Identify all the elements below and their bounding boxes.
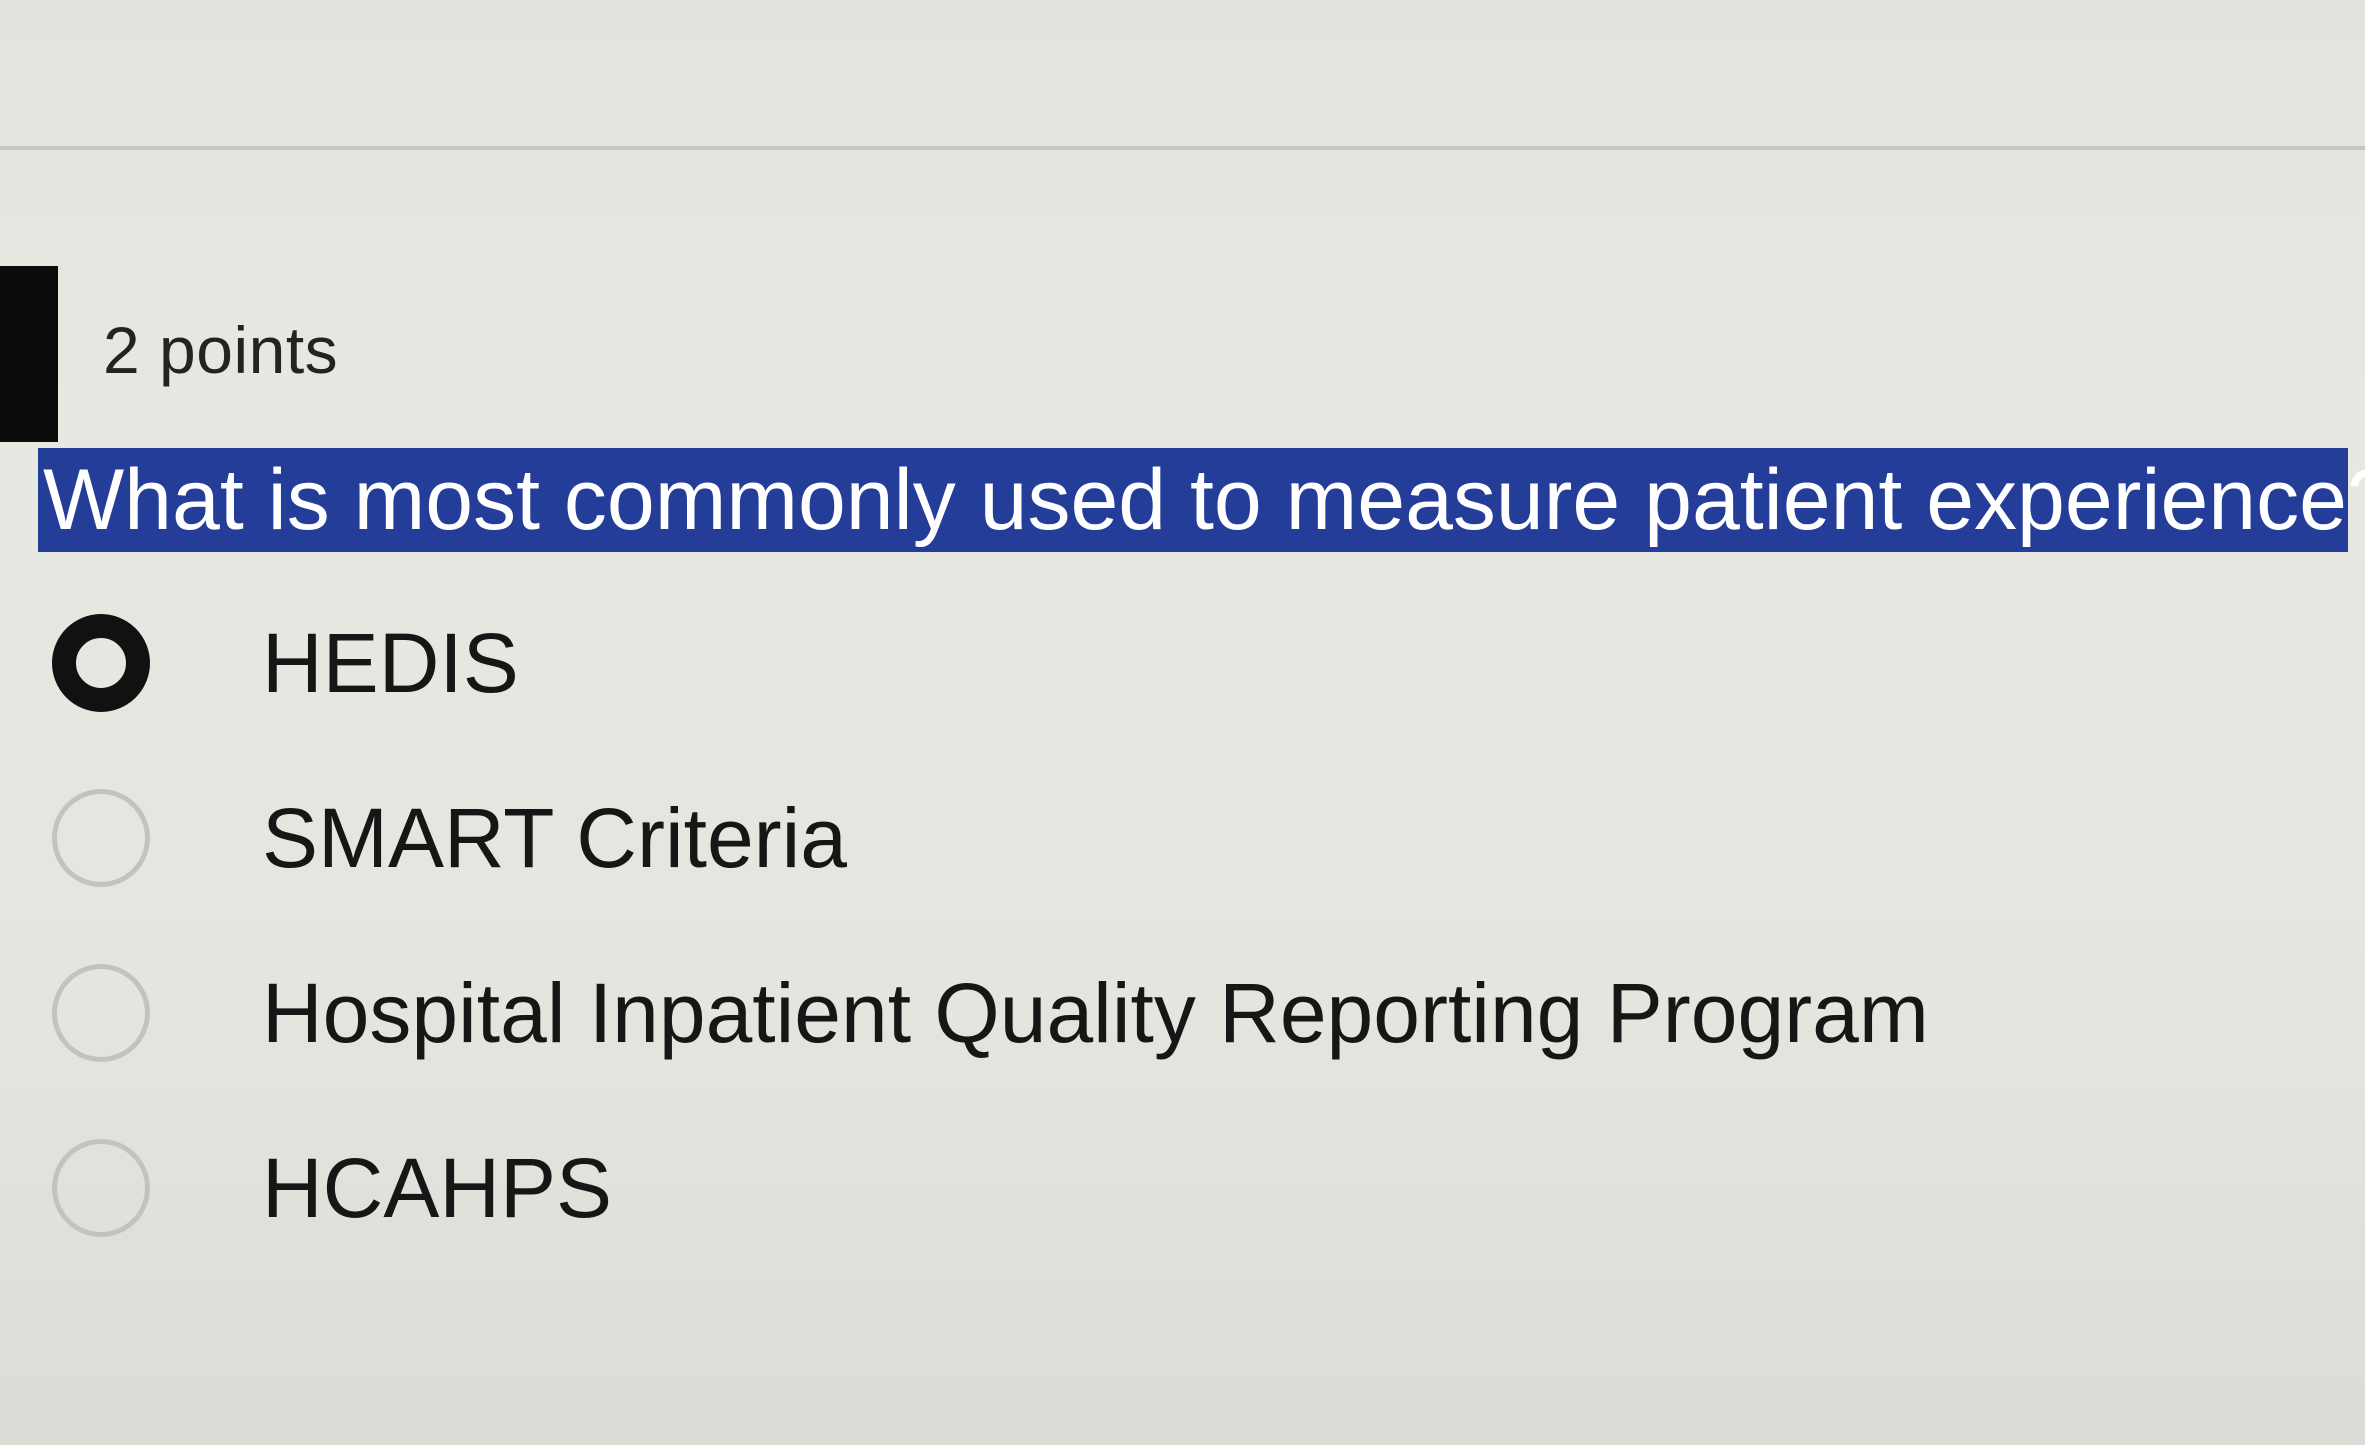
option-label: HCAHPS [262, 1141, 613, 1235]
active-question-marker [0, 266, 58, 442]
radio-button[interactable] [52, 1139, 150, 1237]
option-hedis[interactable]: HEDIS [0, 602, 2200, 722]
quiz-page: 2 points What is most commonly used to m… [0, 0, 2365, 1445]
radio-button[interactable] [52, 614, 150, 712]
option-hcahps[interactable]: HCAHPS [0, 1127, 2200, 1247]
option-label: HEDIS [262, 616, 519, 710]
points-label: 2 points [103, 313, 339, 387]
option-label: Hospital Inpatient Quality Reporting Pro… [262, 966, 1929, 1060]
radio-button[interactable] [52, 964, 150, 1062]
option-hospital-inpatient-quality-reporting-program[interactable]: Hospital Inpatient Quality Reporting Pro… [0, 952, 2200, 1072]
option-label: SMART Criteria [262, 791, 848, 885]
section-divider [0, 146, 2365, 150]
question-text: What is most commonly used to measure pa… [38, 448, 2365, 552]
option-smart-criteria[interactable]: SMART Criteria [0, 777, 2200, 897]
question-card: 2 points What is most commonly used to m… [0, 262, 2365, 1262]
radio-button[interactable] [52, 789, 150, 887]
